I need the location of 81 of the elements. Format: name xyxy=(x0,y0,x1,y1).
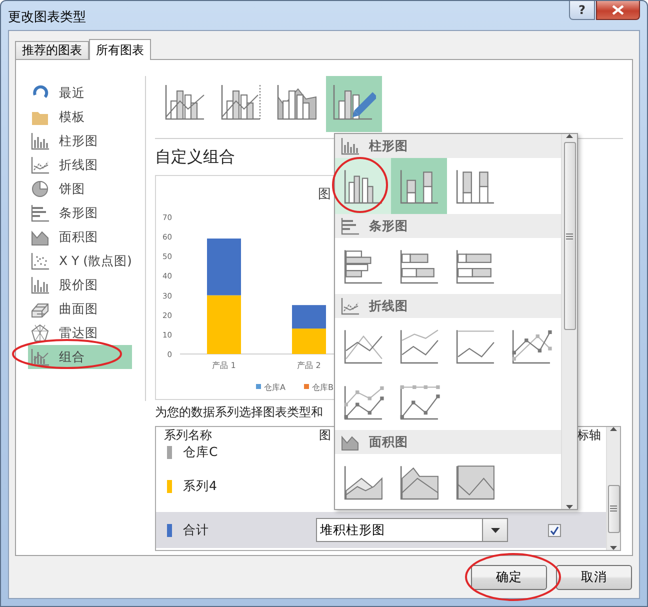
chart-type-item[interactable]: 柱形图 xyxy=(28,129,132,153)
scatter-chart-type-icon xyxy=(31,252,49,270)
percent-area-chart-icon xyxy=(454,463,496,501)
instruction-text: 为您的数据系列选择图表类型和 xyxy=(155,404,324,421)
column-chart-type-icon xyxy=(341,137,359,155)
radar-chart-type-icon xyxy=(31,324,49,342)
scrollbar[interactable] xyxy=(561,134,577,509)
chart-type-item[interactable]: 条形图 xyxy=(28,201,132,225)
secondary-axis-checkbox[interactable] xyxy=(548,524,561,536)
clustered-bar-chart-icon xyxy=(342,247,384,285)
line-chart-type-icon xyxy=(31,156,49,174)
stacked-area-chart-icon xyxy=(398,463,440,501)
category-label: 产品 2 xyxy=(297,361,321,370)
area-chart-type-icon xyxy=(31,228,49,246)
tab[interactable]: 推荐的图表 xyxy=(15,41,89,59)
series-row[interactable]: 合计 堆积柱形图 xyxy=(156,512,606,548)
dropdown-caret-icon xyxy=(490,528,500,532)
close-button[interactable] xyxy=(596,1,640,20)
column-chart-type-icon xyxy=(31,132,49,150)
chart-title: 图 xyxy=(318,187,331,202)
chart-type-item[interactable]: 折线图 xyxy=(28,153,132,177)
bar-chart-type-icon xyxy=(341,217,359,235)
scroll-up-icon[interactable] xyxy=(610,427,617,431)
series-name: 系列4 xyxy=(183,478,218,494)
percent-line-chart-icon xyxy=(454,327,496,365)
percent-column-chart-icon xyxy=(454,167,496,205)
chart-type-item[interactable]: 模板 xyxy=(28,105,132,129)
bar-chart-type-icon xyxy=(31,204,49,222)
close-icon xyxy=(612,5,624,15)
chart-type-item[interactable]: 股价图 xyxy=(28,273,132,297)
combo-chart-type-icon xyxy=(31,348,49,366)
check-icon xyxy=(550,526,559,534)
chart-type-item[interactable]: 饼图 xyxy=(28,177,132,201)
window-title: 更改图表类型 xyxy=(8,9,86,26)
tab[interactable]: 所有图表 xyxy=(89,39,151,60)
dialog-button[interactable]: 取消 xyxy=(556,565,632,590)
grip-icon xyxy=(566,232,573,240)
stacked-line-chart-icon xyxy=(398,327,440,365)
scroll-down-icon[interactable] xyxy=(566,505,573,509)
chart-type-option[interactable] xyxy=(335,158,391,214)
chart-bar xyxy=(207,295,241,354)
chart-type-item[interactable]: 组合 xyxy=(28,345,132,369)
category-label: 产品 1 xyxy=(212,361,236,370)
legend-label: 仓库B xyxy=(312,383,334,392)
scrollbar[interactable] xyxy=(606,427,620,550)
menu-group-label: 折线图 xyxy=(369,298,408,314)
stacked-bar-chart-icon xyxy=(398,247,440,285)
line-chart-type-icon xyxy=(341,297,359,315)
section-heading: 自定义组合 xyxy=(155,147,236,168)
menu-group-label: 条形图 xyxy=(369,218,408,234)
annotation-circle xyxy=(332,157,388,213)
stock-chart-type-icon xyxy=(31,276,49,294)
legend-label: 仓库A xyxy=(264,383,286,392)
chart-type-item[interactable]: X Y (散点图) xyxy=(28,249,132,273)
chart-type-item[interactable]: 最近 xyxy=(28,81,132,105)
series-name: 合计 xyxy=(183,522,210,538)
chart-bar xyxy=(292,328,326,354)
percent-bar-chart-icon xyxy=(454,247,496,285)
chart-subtype-option[interactable] xyxy=(326,76,382,132)
dialog-button[interactable]: 确定 xyxy=(471,565,547,590)
area-chart-icon xyxy=(342,463,384,501)
clustered-column-chart-icon xyxy=(342,167,384,205)
menu-group-label: 柱形图 xyxy=(369,138,408,154)
chart-type-item[interactable]: 雷达图 xyxy=(28,321,132,345)
chart-type-item[interactable]: 面积图 xyxy=(28,225,132,249)
chart-type-item[interactable]: 曲面图 xyxy=(28,297,132,321)
stacked-line-markers-chart-icon xyxy=(342,383,384,421)
line-chart-icon xyxy=(342,327,384,365)
stacked-column-chart-icon xyxy=(398,167,440,205)
chart-bar xyxy=(292,305,326,329)
series-name: 仓库C xyxy=(183,444,219,460)
chart-bar xyxy=(207,238,241,296)
area-chart-type-icon xyxy=(341,433,359,451)
scroll-down-icon[interactable] xyxy=(610,546,617,550)
grip-icon xyxy=(610,505,617,512)
pie-chart-type-icon xyxy=(31,180,49,198)
help-button[interactable]: ? xyxy=(569,1,595,20)
chart-type-dropdown[interactable]: 堆积柱形图 xyxy=(316,518,508,542)
chart-type-option[interactable] xyxy=(391,158,447,214)
percent-line-markers-chart-icon xyxy=(398,383,440,421)
line-markers-chart-icon xyxy=(510,327,552,365)
